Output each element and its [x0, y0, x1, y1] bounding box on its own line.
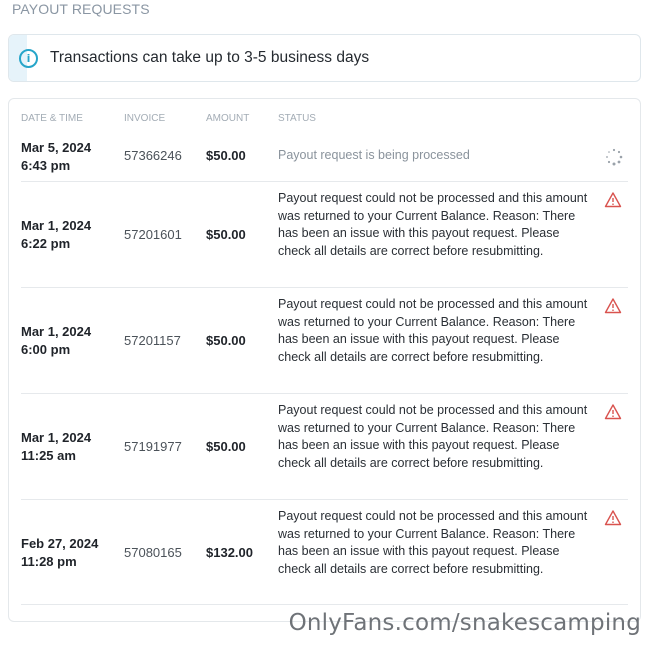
warning-icon — [604, 297, 624, 317]
status-cell: Payout request could not be processed an… — [278, 297, 588, 364]
banner-text: Transactions can take up to 3-5 business… — [50, 49, 370, 66]
amount-cell: $50.00 — [206, 227, 246, 242]
invoice-cell: 57201601 — [124, 227, 182, 242]
header-date: DATE & TIME — [21, 113, 83, 124]
time: 11:25 am — [21, 448, 76, 463]
amount-cell: $132.00 — [206, 545, 253, 560]
table-header: DATE & TIME INVOICE AMOUNT STATUS — [21, 113, 628, 127]
date: Mar 1, 2024 — [21, 218, 92, 233]
header-invoice: INVOICE — [124, 113, 166, 124]
table-row: Mar 1, 2024 6:22 pm 57201601 $50.00 Payo… — [21, 182, 628, 288]
date-time-cell: Mar 1, 2024 6:22 pm — [21, 217, 91, 253]
warning-icon — [604, 509, 624, 529]
date: Mar 5, 2024 — [21, 140, 92, 155]
header-amount: AMOUNT — [206, 113, 250, 124]
status-cell: Payout request could not be processed an… — [278, 509, 588, 576]
warning-icon — [604, 191, 624, 211]
date: Mar 1, 2024 — [21, 324, 92, 339]
info-banner: i Transactions can take up to 3-5 busine… — [8, 34, 641, 82]
info-icon: i — [19, 48, 38, 68]
status-cell: Payout request could not be processed an… — [278, 191, 588, 258]
payout-requests-table: DATE & TIME INVOICE AMOUNT STATUS Mar 5,… — [8, 98, 641, 622]
invoice-cell: 57191977 — [124, 439, 182, 454]
time: 6:22 pm — [21, 236, 71, 251]
invoice-cell: 57366246 — [124, 148, 182, 163]
date-time-cell: Feb 27, 2024 11:28 pm — [21, 535, 98, 571]
date: Feb 27, 2024 — [21, 536, 99, 551]
date-time-cell: Mar 1, 2024 11:25 am — [21, 429, 91, 465]
header-status: STATUS — [278, 113, 316, 124]
time: 6:43 pm — [21, 158, 71, 173]
page-title: PAYOUT REQUESTS — [12, 1, 150, 17]
invoice-cell: 57201157 — [124, 333, 181, 348]
table-row: Mar 1, 2024 6:00 pm 57201157 $50.00 Payo… — [21, 288, 628, 394]
date-time-cell: Mar 1, 2024 6:00 pm — [21, 323, 91, 359]
amount-cell: $50.00 — [206, 439, 246, 454]
invoice-cell: 57080165 — [124, 545, 182, 560]
table-row: Mar 1, 2024 11:25 am 57191977 $50.00 Pay… — [21, 394, 628, 500]
date-time-cell: Mar 5, 2024 6:43 pm — [21, 139, 91, 175]
date: Mar 1, 2024 — [21, 430, 92, 445]
status-cell: Payout request could not be processed an… — [278, 403, 588, 470]
time: 11:28 pm — [21, 554, 77, 569]
table-row: Mar 5, 2024 6:43 pm 57366246 $50.00 Payo… — [21, 133, 628, 182]
watermark: OnlyFans.com/snakescamping — [288, 610, 641, 636]
loading-spinner-icon — [604, 147, 624, 167]
time: 6:00 pm — [21, 342, 71, 357]
amount-cell: $50.00 — [206, 148, 246, 163]
amount-cell: $50.00 — [206, 333, 246, 348]
warning-icon — [604, 403, 624, 423]
status-cell: Payout request is being processed — [278, 148, 470, 162]
table-row: Feb 27, 2024 11:28 pm 57080165 $132.00 P… — [21, 500, 628, 605]
